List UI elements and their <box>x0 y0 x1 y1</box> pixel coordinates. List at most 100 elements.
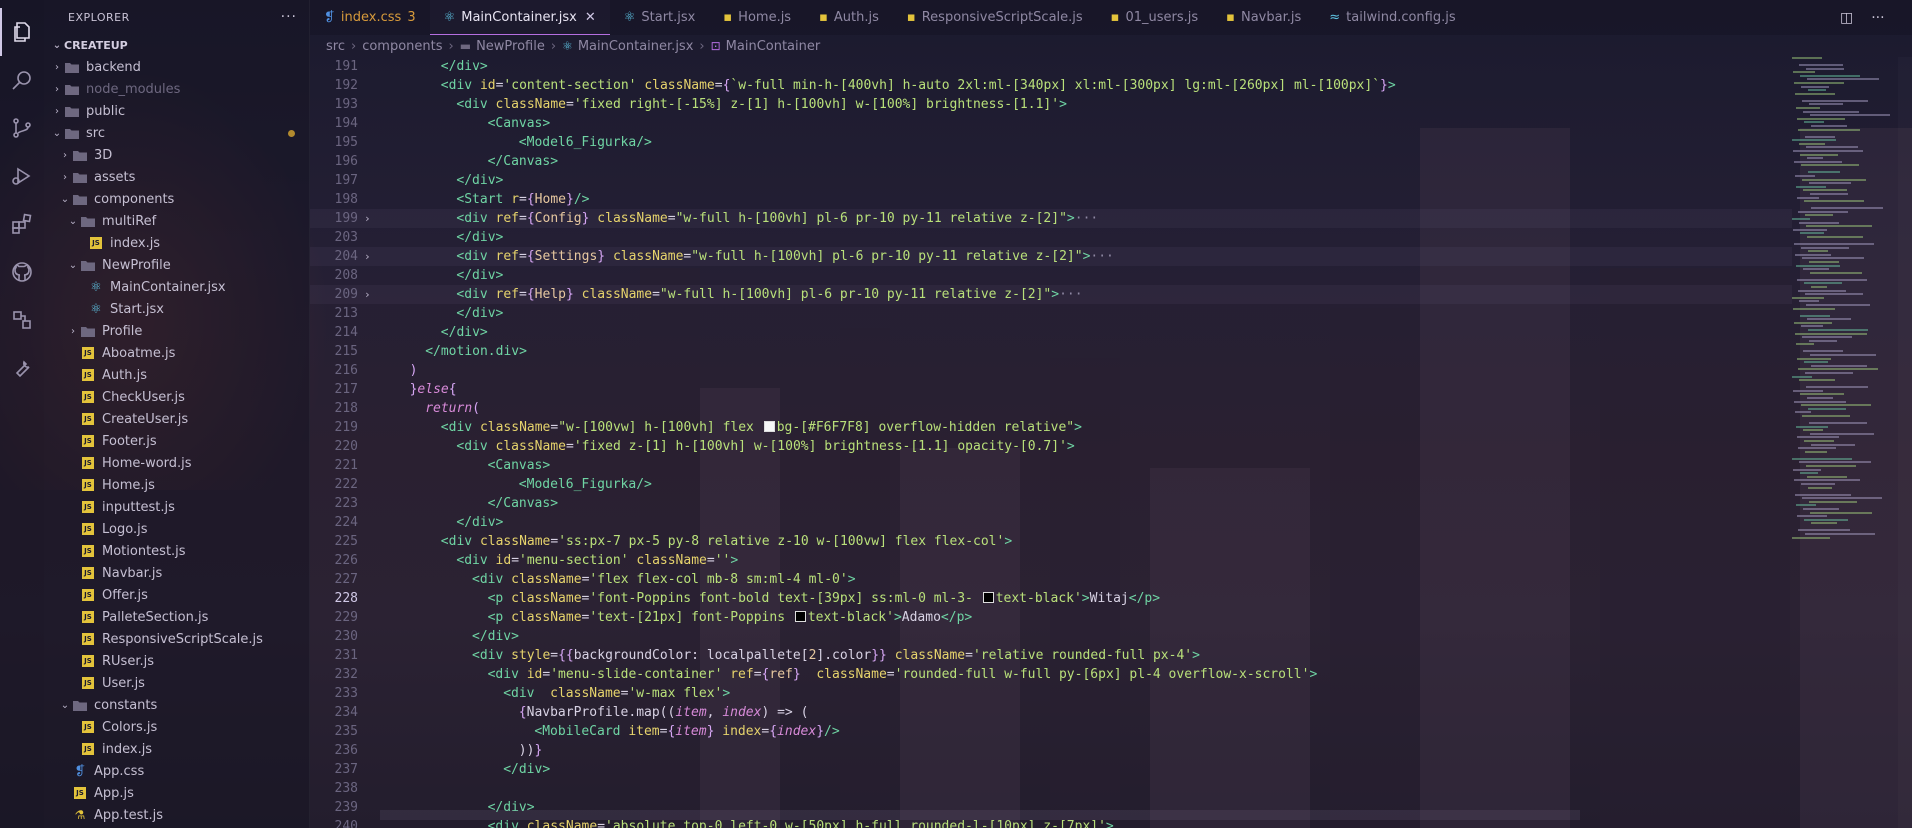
more-editor-actions-icon[interactable]: ··· <box>1871 10 1884 26</box>
code-line[interactable]: 220 <div className='fixed z-[1] h-[100vh]… <box>310 437 1792 456</box>
code-line[interactable]: 198 <Start r={Home}/> <box>310 190 1792 209</box>
file-item[interactable]: ❡ App.css <box>44 760 309 782</box>
folder-item[interactable]: ⌄ components <box>44 188 309 210</box>
code-line[interactable]: 194 <Canvas> <box>310 114 1792 133</box>
file-item[interactable]: JS CheckUser.js <box>44 386 309 408</box>
code-line[interactable]: 230 </div> <box>310 627 1792 646</box>
folder-item[interactable]: ⌄ constants <box>44 694 309 716</box>
source-control-icon[interactable] <box>0 104 44 152</box>
horizontal-scrollbar[interactable] <box>380 810 1580 820</box>
file-item[interactable]: JS Motiontest.js <box>44 540 309 562</box>
code-line[interactable]: 208 </div> <box>310 266 1792 285</box>
folder-item[interactable]: › node_modules <box>44 78 309 100</box>
code-line[interactable]: 221 <Canvas> <box>310 456 1792 475</box>
code-line[interactable]: 195 <Model6_Figurka/> <box>310 133 1792 152</box>
code-line[interactable]: 238 <box>310 779 1792 798</box>
breadcrumb-item[interactable]: MainContainer <box>726 39 821 54</box>
code-line[interactable]: 218 return( <box>310 399 1792 418</box>
file-item[interactable]: JS App.js <box>44 782 309 804</box>
editor-tab[interactable]: ≈ tailwind.config.js <box>1315 0 1469 35</box>
color-swatch[interactable] <box>982 592 994 603</box>
color-swatch[interactable] <box>794 611 806 622</box>
code-line[interactable]: 223 </Canvas> <box>310 494 1792 513</box>
breadcrumb-item[interactable]: MainContainer.jsx <box>578 39 694 54</box>
code-line[interactable]: 192 <div id='content-section' className={… <box>310 76 1792 95</box>
breadcrumb-item[interactable]: components <box>362 39 442 54</box>
file-item[interactable]: JS User.js <box>44 672 309 694</box>
code-line[interactable]: 193 <div className='fixed right-[-15%] z-… <box>310 95 1792 114</box>
vertical-scrollbar[interactable] <box>1898 57 1912 828</box>
file-item[interactable]: ⚛ Start.jsx <box>44 298 309 320</box>
file-item[interactable]: JS CreateUser.js <box>44 408 309 430</box>
editor-tab[interactable]: ▪ Auth.js <box>805 0 893 35</box>
folder-item[interactable]: › Profile <box>44 320 309 342</box>
extensions-icon[interactable] <box>0 200 44 248</box>
code-line[interactable]: 234 {NavbarProfile.map((item, index) => ( <box>310 703 1792 722</box>
code-line[interactable]: 213 </div> <box>310 304 1792 323</box>
file-item[interactable]: JS Navbar.js <box>44 562 309 584</box>
file-item[interactable]: JS index.js <box>44 232 309 254</box>
code-line[interactable]: 227 <div className='flex flex-col mb-8 sm… <box>310 570 1792 589</box>
folder-item[interactable]: › assets <box>44 166 309 188</box>
file-item[interactable]: JS index.js <box>44 738 309 760</box>
code-line[interactable]: 197 </div> <box>310 171 1792 190</box>
breadcrumb-item[interactable]: src <box>326 39 345 54</box>
breadcrumb-item[interactable]: NewProfile <box>476 39 545 54</box>
file-item[interactable]: ⚛ MainContainer.jsx <box>44 276 309 298</box>
file-item[interactable]: JS Offer.js <box>44 584 309 606</box>
search-icon[interactable] <box>0 56 44 104</box>
editor-tab[interactable]: ⚛ Start.jsx <box>610 0 710 35</box>
editor-tab[interactable]: ⚛ MainContainer.jsx ✕ <box>429 0 610 35</box>
code-line[interactable]: 226 <div id='menu-section' className=''> <box>310 551 1792 570</box>
fold-chevron-icon[interactable]: › <box>364 209 378 228</box>
explorer-icon[interactable] <box>0 8 44 56</box>
code-line[interactable]: 215 </motion.div> <box>310 342 1792 361</box>
workspace-root[interactable]: ⌄ CREATEUP <box>44 34 309 56</box>
folder-item[interactable]: › backend <box>44 56 309 78</box>
tools-icon[interactable] <box>0 344 44 392</box>
code-line[interactable]: 233 <div className='w-max flex'> <box>310 684 1792 703</box>
file-item[interactable]: JS RUser.js <box>44 650 309 672</box>
file-item[interactable]: JS Home.js <box>44 474 309 496</box>
code-line[interactable]: 204 › <div ref={Settings} className="w-ful… <box>310 247 1792 266</box>
file-item[interactable]: JS Auth.js <box>44 364 309 386</box>
folder-item[interactable]: › 3D <box>44 144 309 166</box>
code-line[interactable]: 203 </div> <box>310 228 1792 247</box>
code-line[interactable]: 232 <div id='menu-slide-container' ref={r… <box>310 665 1792 684</box>
editor-tab[interactable]: ▪ 01_users.js <box>1097 0 1213 35</box>
editor-tab[interactable]: ▪ Navbar.js <box>1212 0 1315 35</box>
code-line[interactable]: 235 <MobileCard item={item} index={index}… <box>310 722 1792 741</box>
fold-chevron-icon[interactable]: › <box>364 247 378 266</box>
file-item[interactable]: JS Home-word.js <box>44 452 309 474</box>
folder-item[interactable]: ⌄ NewProfile <box>44 254 309 276</box>
folder-item[interactable]: ⌄ multiRef <box>44 210 309 232</box>
code-line[interactable]: 231 <div style={{backgroundColor: localpa… <box>310 646 1792 665</box>
more-actions-icon[interactable]: ··· <box>281 9 297 25</box>
editor-tab[interactable]: ▪ Home.js <box>709 0 805 35</box>
file-item[interactable]: JS inputtest.js <box>44 496 309 518</box>
code-line[interactable]: 236))} <box>310 741 1792 760</box>
file-item[interactable]: JS PalleteSection.js <box>44 606 309 628</box>
file-item[interactable]: JS Colors.js <box>44 716 309 738</box>
file-item[interactable]: JS ResponsiveScriptScale.js <box>44 628 309 650</box>
file-item[interactable]: JS Logo.js <box>44 518 309 540</box>
fold-chevron-icon[interactable]: › <box>364 285 378 304</box>
color-swatch[interactable] <box>763 421 775 432</box>
code-line[interactable]: 228 <p className='font-Poppins font-bold … <box>310 589 1792 608</box>
code-line[interactable]: 225 <div className='ss:px-7 px-5 py-8 rel… <box>310 532 1792 551</box>
file-item[interactable]: ⚗ App.test.js <box>44 804 309 826</box>
run-debug-icon[interactable] <box>0 152 44 200</box>
code-line[interactable]: 191 </div> <box>310 57 1792 76</box>
code-line[interactable]: 209 › <div ref={Help} className="w-full h-… <box>310 285 1792 304</box>
close-tab-icon[interactable]: ✕ <box>585 10 596 25</box>
code-line[interactable]: 222 <Model6_Figurka/> <box>310 475 1792 494</box>
code-line[interactable]: 199 › <div ref={Config} className="w-full … <box>310 209 1792 228</box>
code-line[interactable]: 217}else{ <box>310 380 1792 399</box>
folder-item[interactable]: ⌄ src <box>44 122 309 144</box>
code-line[interactable]: 216) <box>310 361 1792 380</box>
file-item[interactable]: JS Aboatme.js <box>44 342 309 364</box>
file-item[interactable]: JS Footer.js <box>44 430 309 452</box>
editor-tab[interactable]: ▪ ResponsiveScriptScale.js <box>893 0 1097 35</box>
code-line[interactable]: 219 <div className="w-[100vw] h-[100vh] f… <box>310 418 1792 437</box>
github-icon[interactable] <box>0 248 44 296</box>
